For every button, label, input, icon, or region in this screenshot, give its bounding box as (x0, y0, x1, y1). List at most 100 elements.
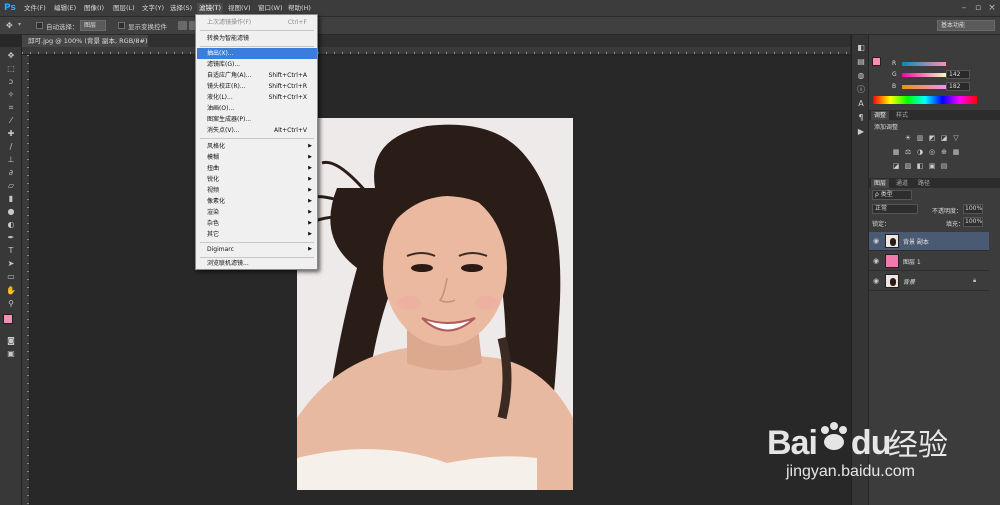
menu-file[interactable]: 文件(F) (22, 3, 48, 14)
brush-preset-icon[interactable]: ◍ (856, 71, 866, 81)
menu-item-last-filter[interactable]: 上次滤镜操作(F) Ctrl+F (197, 17, 317, 28)
info-icon[interactable]: ⓘ (856, 85, 866, 95)
properties-icon[interactable]: ▤ (856, 57, 866, 67)
brush-tool-icon[interactable]: ∕ (5, 142, 17, 152)
menu-item-adaptive-wide-angle[interactable]: 自适应广角(A)... Shift+Ctrl+A (197, 70, 317, 81)
layer-name[interactable]: 背景 副本 (903, 237, 929, 246)
gradient-map-icon[interactable]: ▤ (940, 162, 948, 170)
menu-item-render[interactable]: 渲染 ▶ (197, 207, 317, 218)
path-select-tool-icon[interactable]: ➤ (5, 259, 17, 269)
quick-mask-icon[interactable]: ◙ (5, 336, 17, 346)
menu-item-other[interactable]: 其它 ▶ (197, 229, 317, 240)
foreground-color-swatch[interactable] (3, 314, 13, 324)
curves-icon[interactable]: ◩ (928, 134, 936, 142)
g-channel-slider[interactable] (902, 73, 946, 77)
menu-select[interactable]: 选择(S) (168, 3, 194, 14)
layer-filter-kind[interactable]: ρ 类型 (872, 190, 912, 200)
menu-item-sharpen[interactable]: 锐化 ▶ (197, 174, 317, 185)
tab-paths[interactable]: 路径 (915, 179, 933, 188)
tab-adjustments[interactable]: 调整 (871, 111, 890, 120)
color-spectrum-bar[interactable] (873, 96, 977, 104)
menu-item-pattern-maker[interactable]: 图案生成器(P)... (197, 114, 317, 125)
restore-icon[interactable]: ▫ (972, 2, 984, 14)
exposure-icon[interactable]: ◪ (940, 134, 948, 142)
posterize-icon[interactable]: ▨ (904, 162, 912, 170)
menu-help[interactable]: 帮助(H) (286, 3, 313, 14)
selective-color-icon[interactable]: ▣ (928, 162, 936, 170)
auto-select-checkbox[interactable] (36, 22, 43, 29)
menu-item-lens-correction[interactable]: 镜头校正(R)... Shift+Ctrl+R (197, 81, 317, 92)
layer-row-background[interactable]: ◉ 背景 🔒︎ (869, 272, 989, 291)
tab-styles[interactable]: 样式 (893, 111, 911, 120)
invert-icon[interactable]: ◪ (892, 162, 900, 170)
history-brush-icon[interactable]: ∂ (5, 168, 17, 178)
crop-tool-icon[interactable]: ⌗ (5, 103, 17, 113)
menu-filter[interactable]: 滤镜(T) (197, 3, 224, 14)
menu-item-extract[interactable]: 抽出(X)... (197, 48, 317, 59)
brightness-icon[interactable]: ☀ (904, 134, 912, 142)
menu-view[interactable]: 视图(V) (226, 3, 253, 14)
tab-channels[interactable]: 通道 (893, 179, 911, 188)
menu-item-digimarc[interactable]: Digimarc ▶ (197, 244, 317, 255)
tab-layers[interactable]: 图层 (871, 179, 890, 188)
marquee-tool-icon[interactable]: ⬚ (5, 64, 17, 74)
menu-item-video[interactable]: 视频 ▶ (197, 185, 317, 196)
hue-icon[interactable]: ▦ (892, 148, 900, 156)
r-channel-slider[interactable] (902, 62, 946, 66)
document-tab[interactable]: 邱可.jpg @ 100% (背景 副本, RGB/8#) * (22, 35, 148, 57)
menu-edit[interactable]: 编辑(E) (52, 3, 78, 14)
g-channel-value[interactable]: 142 (946, 70, 970, 79)
menu-image[interactable]: 图像(I) (82, 3, 106, 14)
minimize-icon[interactable]: – (958, 2, 970, 14)
menu-type[interactable]: 文字(Y) (140, 3, 166, 14)
menu-item-oil-paint[interactable]: 油画(O)... (197, 103, 317, 114)
workspace-dropdown[interactable]: 基本功能 (937, 20, 995, 31)
visibility-eye-icon[interactable]: ◉ (873, 257, 879, 265)
menu-item-blur[interactable]: 模糊 ▶ (197, 152, 317, 163)
channel-mixer-icon[interactable]: ⊕ (940, 148, 948, 156)
menu-item-convert-smart-filter[interactable]: 转换为智能滤镜 (197, 33, 317, 44)
paragraph-icon[interactable]: ¶ (856, 113, 866, 123)
move-tool-icon[interactable]: ✥ (5, 51, 17, 61)
blend-mode-dropdown[interactable]: 正常 (872, 204, 918, 214)
document-image[interactable] (297, 118, 573, 490)
character-icon[interactable]: A (856, 99, 866, 109)
color-balance-icon[interactable]: ⚖ (904, 148, 912, 156)
menu-item-pixelate[interactable]: 像素化 ▶ (197, 196, 317, 207)
zoom-tool-icon[interactable]: ⚲ (5, 299, 17, 309)
menu-item-noise[interactable]: 杂色 ▶ (197, 218, 317, 229)
layer-name[interactable]: 图层 1 (903, 257, 921, 266)
move-tool-icon[interactable]: ✥ (6, 21, 15, 30)
stamp-tool-icon[interactable]: ⊥ (5, 155, 17, 165)
color-lookup-icon[interactable]: ▦ (952, 148, 960, 156)
fill-field[interactable]: 100% (963, 217, 983, 227)
menu-item-vanishing-point[interactable]: 消失点(V)... Alt+Ctrl+V (197, 125, 317, 136)
threshold-icon[interactable]: ◧ (916, 162, 924, 170)
show-transform-checkbox[interactable] (118, 22, 125, 29)
visibility-eye-icon[interactable]: ◉ (873, 277, 879, 285)
b-channel-value[interactable]: 182 (946, 82, 970, 91)
menu-item-browse-online[interactable]: 浏览联机滤镜... (197, 258, 317, 269)
opacity-field[interactable]: 100% (963, 204, 983, 214)
levels-icon[interactable]: ▥ (916, 134, 924, 142)
eraser-tool-icon[interactable]: ▱ (5, 181, 17, 191)
align-top-icon[interactable] (178, 21, 187, 30)
visibility-eye-icon[interactable]: ◉ (873, 237, 879, 245)
close-window-icon[interactable]: × (986, 2, 998, 14)
menu-item-liquify[interactable]: 液化(L)... Shift+Ctrl+X (197, 92, 317, 103)
menu-item-distort[interactable]: 扭曲 ▶ (197, 163, 317, 174)
eyedropper-tool-icon[interactable]: ⁄ (5, 116, 17, 126)
screen-mode-icon[interactable]: ▣ (5, 349, 17, 359)
blur-tool-icon[interactable]: ● (5, 207, 17, 217)
b-channel-slider[interactable] (902, 85, 946, 89)
lasso-tool-icon[interactable]: ↄ (5, 77, 17, 87)
menu-window[interactable]: 窗口(W) (256, 3, 285, 14)
menu-layer[interactable]: 图层(L) (111, 3, 137, 14)
menu-item-stylize[interactable]: 风格化 ▶ (197, 141, 317, 152)
photo-filter-icon[interactable]: ◎ (928, 148, 936, 156)
layer-row-layer1[interactable]: ◉ 图层 1 (869, 252, 989, 271)
tool-preset-arrow-icon[interactable]: ▾ (18, 21, 21, 28)
gradient-tool-icon[interactable]: ▮ (5, 194, 17, 204)
auto-select-dropdown[interactable]: 图层 (80, 20, 106, 31)
layer-row-bg-copy[interactable]: ◉ 背景 副本 (869, 232, 989, 251)
